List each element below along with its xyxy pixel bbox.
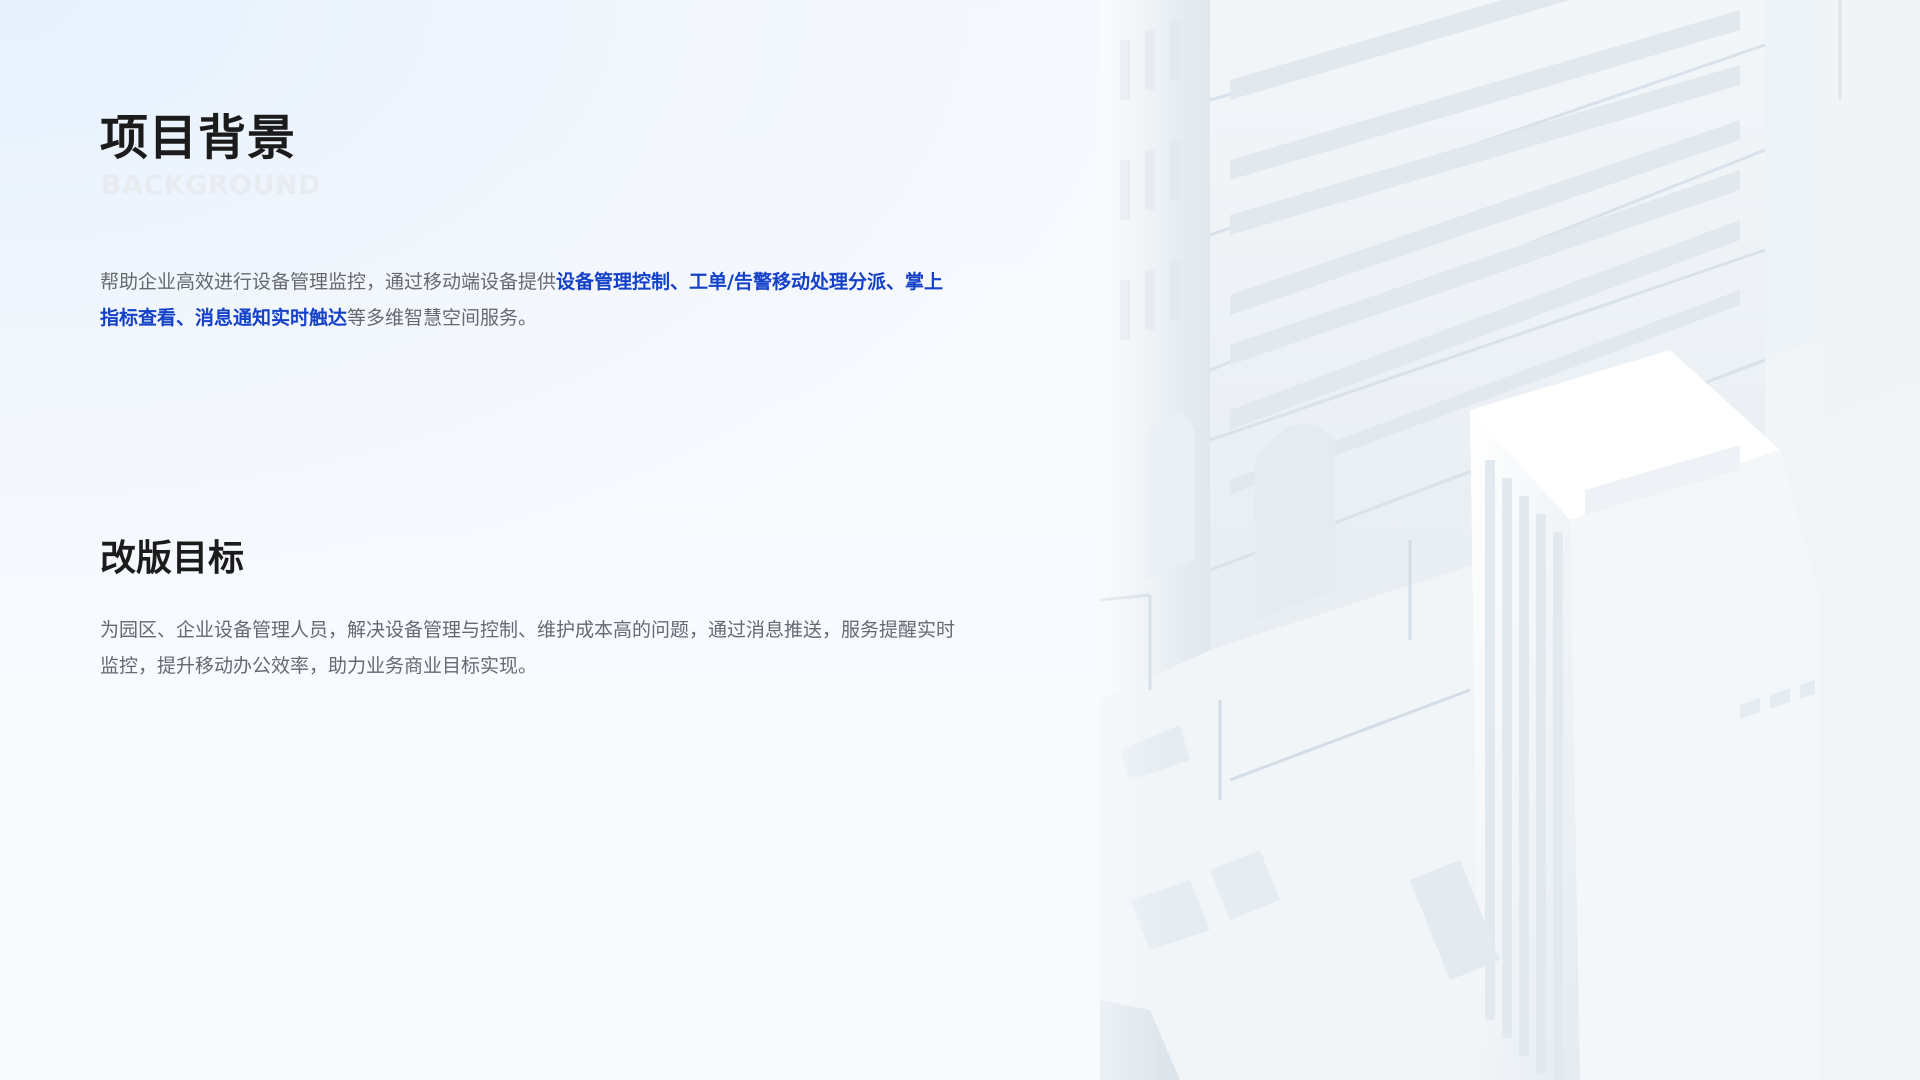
background-paragraph: 帮助企业高效进行设备管理监控，通过移动端设备提供设备管理控制、工单/告警移动处理… — [100, 264, 960, 336]
text-panel: 项目背景 BACKGROUND 帮助企业高效进行设备管理监控，通过移动端设备提供… — [0, 0, 1100, 1080]
slide-page: 项目背景 BACKGROUND 帮助企业高效进行设备管理监控，通过移动端设备提供… — [0, 0, 1920, 1080]
isometric-white-city-buildings-icon — [1100, 0, 1920, 1080]
goal-paragraph: 为园区、企业设备管理人员，解决设备管理与控制、维护成本高的问题，通过消息推送，服… — [100, 619, 956, 677]
city-illustration — [1100, 0, 1920, 1080]
background-subtitle: BACKGROUND — [101, 170, 322, 201]
background-text-part1: 帮助企业高效进行设备管理监控，通过移动端设备提供 — [100, 271, 557, 293]
background-highlight-1: 设备管理控制、工单/告警移动处理分派、 — [556, 271, 905, 293]
background-text-part2: 等多维智慧空间服务。 — [347, 307, 538, 329]
goal-title: 改版目标 — [100, 538, 245, 579]
background-title: 项目背景 — [100, 110, 297, 166]
